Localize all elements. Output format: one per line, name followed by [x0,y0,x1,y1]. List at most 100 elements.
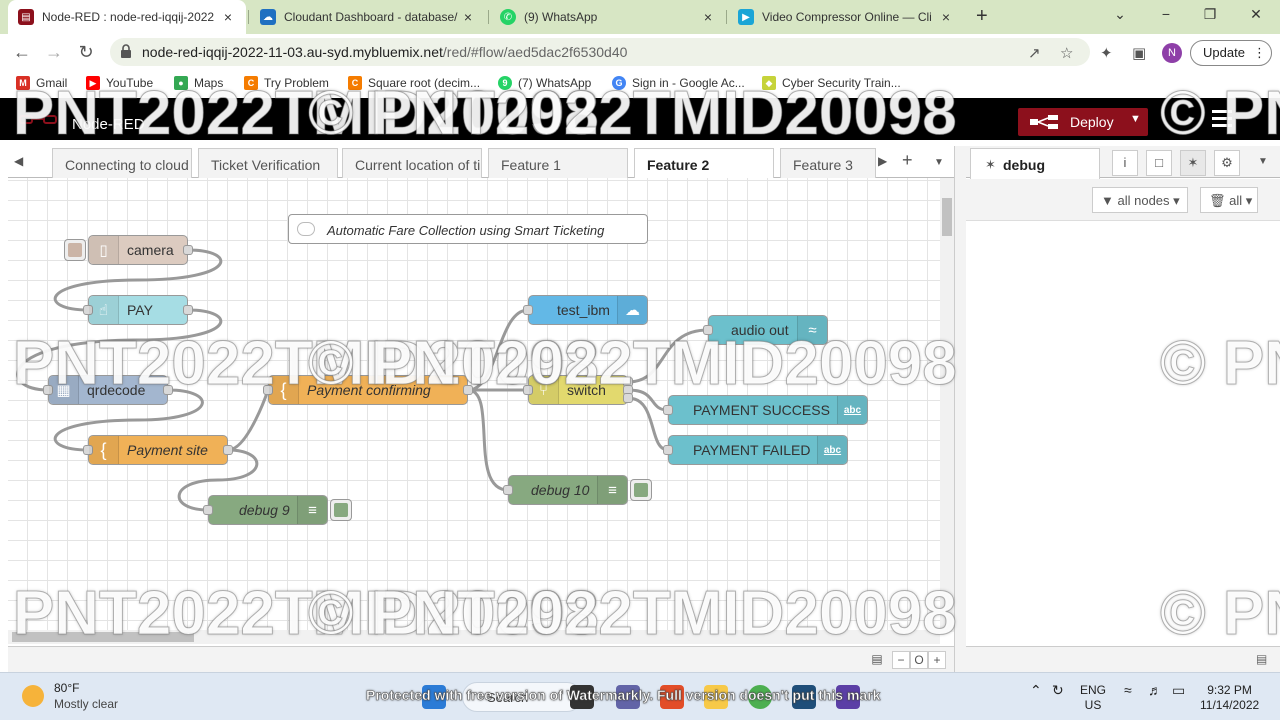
flow-canvas[interactable]: Automatic Fare Collection using Smart Ti… [8,178,940,632]
tab-debug[interactable]: ✶ debug [970,148,1100,179]
sidebar-menu-icon[interactable]: ▼ [1250,150,1276,176]
browser-tab-nodered[interactable]: ▤ Node-RED : node-red-iqqij-2022 × [8,0,246,34]
scroll-tabs-left-icon[interactable]: ◀ [14,154,23,168]
close-tab-icon[interactable]: × [938,9,954,25]
scroll-tabs-right-icon[interactable]: ▶ [878,154,887,168]
output-port[interactable] [463,385,473,395]
node-pay[interactable]: ☝ PAY [83,295,193,325]
scroll-thumb[interactable] [942,198,952,236]
youtube-icon: ▶ [86,76,100,90]
main-menu-icon[interactable] [1212,110,1232,128]
zoom-in-button[interactable]: + [928,651,946,669]
input-port[interactable] [523,305,533,315]
clear-messages-button[interactable]: 🗑 all ▾ [1200,187,1258,213]
update-button[interactable]: Update ⋮ [1190,40,1272,66]
input-port[interactable] [503,485,513,495]
node-payment-site[interactable]: { Payment site [83,435,233,465]
minimize-icon[interactable]: − [1156,6,1176,22]
close-tab-icon[interactable]: × [700,9,716,25]
bookmark-gmail[interactable]: M Gmail [16,76,67,90]
onedrive-sync-icon[interactable]: ↻ [1052,683,1064,698]
flow-comment[interactable]: Automatic Fare Collection using Smart Ti… [288,214,648,244]
input-port[interactable] [703,325,713,335]
add-flow-icon[interactable]: + [902,150,913,171]
tab-search-icon[interactable]: ⌄ [1110,6,1130,23]
help-book-icon[interactable]: □ [1146,150,1172,176]
node-payment-confirming[interactable]: { Payment confirming [263,375,473,405]
bookmark-youtube[interactable]: ▶ YouTube [86,76,153,90]
canvas-horizontal-scrollbar[interactable] [8,630,940,644]
side-panel-icon[interactable]: ▣ [1132,44,1146,62]
node-debug-9[interactable]: debug 9 ≡ [203,495,328,525]
config-gear-icon[interactable]: ⚙ [1214,150,1240,176]
output-port[interactable] [223,445,233,455]
show-hidden-icons[interactable]: ⌃ [1030,683,1042,698]
node-audio-out[interactable]: audio out ≈ [703,315,828,345]
bookmark-try-problem[interactable]: C Try Problem [244,76,329,90]
bookmark-google-signin[interactable]: G Sign in - Google Ac... [612,76,745,90]
tab-ticket-verification[interactable]: Ticket Verification [198,148,338,178]
sidebar-splitter[interactable] [954,146,966,672]
canvas-vertical-scrollbar[interactable] [940,178,954,632]
tab-feature-1[interactable]: Feature 1 [488,148,628,178]
close-tab-icon[interactable]: × [220,9,236,25]
profile-avatar[interactable]: N [1162,43,1182,63]
input-port[interactable] [663,445,673,455]
tab-feature-3[interactable]: Feature 3 [780,148,876,178]
browser-tab-cloudant[interactable]: ☁ Cloudant Dashboard - database/ × [250,0,486,34]
deploy-caret-icon[interactable]: ▼ [1130,113,1141,125]
bookmark-square-root[interactable]: C Square root (decim... [348,76,480,90]
language-indicator[interactable]: ENG US [1080,683,1106,713]
address-bar[interactable]: node-red-iqqij-2022-11-03.au-syd.mybluem… [110,38,1090,66]
weather-widget[interactable]: 80°F Mostly clear [22,681,118,711]
node-debug-10[interactable]: debug 10 ≡ [503,475,628,505]
debug-toggle-button[interactable] [630,479,652,501]
deploy-button[interactable]: Deploy ▼ [1018,108,1148,136]
input-port[interactable] [663,405,673,415]
node-payment-failed[interactable]: PAYMENT FAILED abc [663,435,848,465]
zoom-out-button[interactable]: − [892,651,910,669]
node-switch[interactable]: ⑂ switch [523,375,633,405]
clock[interactable]: 9:32 PM 11/14/2022 [1200,683,1259,713]
zoom-reset-button[interactable]: O [910,651,928,669]
close-window-icon[interactable]: ✕ [1246,6,1266,23]
node-test-ibm[interactable]: test_ibm ☁ [523,295,648,325]
debug-bug-icon[interactable]: ✶ [1180,150,1206,176]
popout-icon[interactable]: ▤ [1256,652,1267,666]
bookmark-maps[interactable]: ● Maps [174,76,223,90]
input-port[interactable] [203,505,213,515]
bookmark-cyber-security[interactable]: ◆ Cyber Security Train... [762,76,901,90]
new-tab-button[interactable]: + [976,5,988,28]
close-tab-icon[interactable]: × [460,9,476,25]
tab-feature-2[interactable]: Feature 2 [634,148,774,179]
bookmark-star-icon[interactable]: ☆ [1060,44,1073,62]
back-arrow-icon[interactable]: ← [10,40,34,64]
battery-icon[interactable]: ▭ [1172,683,1185,698]
share-icon[interactable]: ↗ [1028,44,1041,62]
browser-tab-whatsapp[interactable]: ✆ (9) WhatsApp × [490,0,726,34]
node-payment-success[interactable]: PAYMENT SUCCESS abc [663,395,868,425]
flow-list-icon[interactable]: ▼ [934,157,944,168]
tab-connecting-to-cloud[interactable]: Connecting to cloud [52,148,192,178]
output-port[interactable] [623,393,633,403]
extensions-icon[interactable]: ✦ [1100,44,1113,62]
info-icon[interactable]: i [1112,150,1138,176]
wifi-icon[interactable]: ≈ [1124,683,1132,698]
debug-toggle-button[interactable] [330,499,352,521]
navigator-map-icon[interactable]: ▤ [868,651,886,669]
restore-icon[interactable]: ❐ [1200,6,1220,23]
browser-tab-video-compressor[interactable]: ▶ Video Compressor Online — Cli × [728,0,964,34]
inject-trigger-button[interactable] [64,239,86,261]
reload-icon[interactable]: ↻ [74,40,98,64]
node-qrdecode[interactable]: ▦ qrdecode [43,375,173,405]
scroll-thumb[interactable] [12,632,194,642]
tab-current-location[interactable]: Current location of ti [342,148,482,178]
output-port[interactable] [163,385,173,395]
output-port[interactable] [183,305,193,315]
output-port[interactable] [183,245,193,255]
filter-nodes-button[interactable]: ▼ all nodes ▾ [1092,187,1188,213]
node-camera[interactable]: ▯ camera [88,235,193,265]
forward-arrow-icon[interactable]: → [42,40,66,64]
volume-icon[interactable]: ♬ [1148,683,1162,698]
bookmark-whatsapp[interactable]: 9 (7) WhatsApp [498,76,591,90]
